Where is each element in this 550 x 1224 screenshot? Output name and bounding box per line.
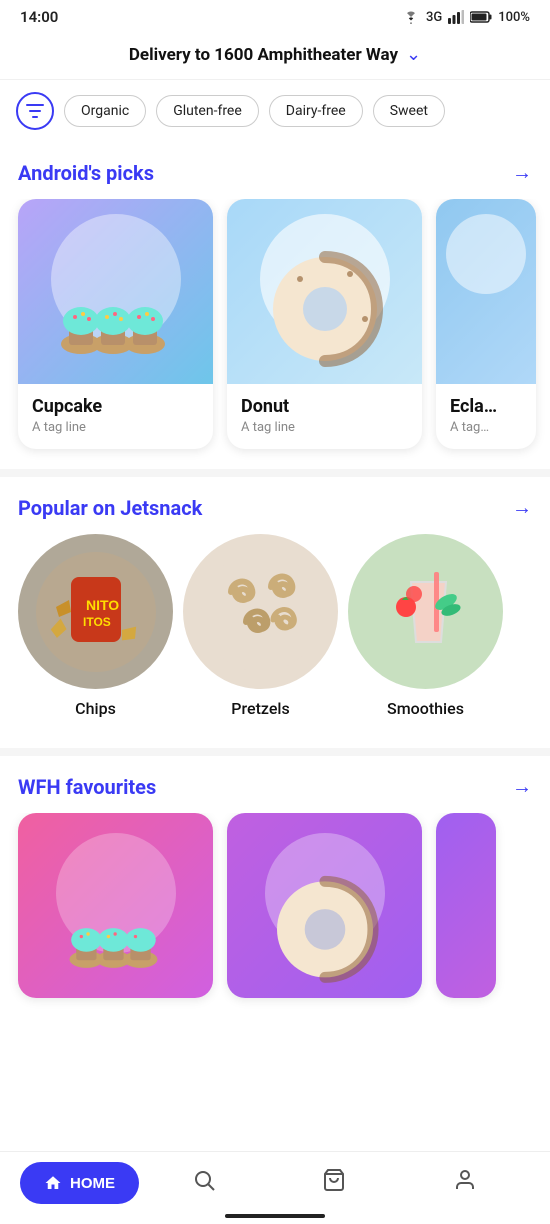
wfh-card-cupcake[interactable] bbox=[18, 813, 213, 998]
filter-chip-sweet[interactable]: Sweet bbox=[373, 95, 445, 127]
pick-card-donut-info: Donut A tag line bbox=[227, 384, 422, 449]
pick-card-cupcake-image bbox=[18, 199, 213, 384]
donut-illustration bbox=[250, 244, 400, 384]
chips-label: Chips bbox=[75, 699, 116, 718]
divider-1 bbox=[0, 469, 550, 477]
pick-circle-eclair bbox=[446, 214, 526, 294]
wfh-section-header: WFH favourites → bbox=[0, 774, 550, 813]
bottom-nav-spacer bbox=[0, 1018, 550, 1108]
pick-card-eclair-tag: A tag… bbox=[450, 420, 522, 435]
search-nav-button[interactable] bbox=[188, 1164, 220, 1202]
popular-scroll: NITO ITOS Chips bbox=[0, 534, 550, 738]
filter-chip-organic[interactable]: Organic bbox=[64, 95, 146, 127]
wfh-scroll bbox=[0, 813, 550, 1018]
pick-card-eclair-name: Ecla… bbox=[450, 396, 522, 417]
pick-card-eclair-info: Ecla… A tag… bbox=[436, 384, 536, 449]
wfh-donut-food bbox=[260, 874, 390, 998]
wfh-section-arrow[interactable]: → bbox=[512, 774, 532, 799]
pick-card-donut-name: Donut bbox=[241, 396, 408, 417]
androids-picks-arrow[interactable]: → bbox=[512, 160, 532, 185]
smoothies-circle bbox=[348, 534, 503, 689]
picks-scroll: Cupcake A tag line bbox=[0, 199, 550, 469]
popular-section-arrow[interactable]: → bbox=[512, 495, 532, 520]
cart-nav-button[interactable] bbox=[318, 1164, 350, 1202]
pretzels-circle bbox=[183, 534, 338, 689]
cupcake-illustration bbox=[41, 244, 191, 384]
svg-text:ITOS: ITOS bbox=[83, 615, 111, 629]
pick-card-cupcake-info: Cupcake A tag line bbox=[18, 384, 213, 449]
status-icons: 3G 100% bbox=[402, 10, 530, 25]
wfh-card-donut[interactable] bbox=[227, 813, 422, 998]
popular-item-smoothies[interactable]: Smoothies bbox=[348, 534, 503, 718]
profile-icon bbox=[453, 1168, 477, 1192]
wfh-card-eclair[interactable] bbox=[436, 813, 496, 998]
divider-2 bbox=[0, 748, 550, 756]
wfh-cupcake-food bbox=[51, 879, 181, 998]
delivery-address: Delivery to 1600 Amphitheater Way bbox=[129, 45, 398, 65]
battery-icon bbox=[470, 11, 492, 23]
filter-chip-dairyfree[interactable]: Dairy-free bbox=[269, 95, 363, 127]
home-indicator bbox=[225, 1214, 325, 1218]
smoothies-label: Smoothies bbox=[387, 699, 464, 718]
pick-card-donut-tag: A tag line bbox=[241, 420, 408, 435]
chevron-down-icon[interactable]: ⌄ bbox=[406, 44, 421, 65]
home-button[interactable]: HOME bbox=[20, 1162, 139, 1204]
battery-label: 100% bbox=[498, 10, 530, 25]
pick-card-cupcake[interactable]: Cupcake A tag line bbox=[18, 199, 213, 449]
popular-section-title: Popular on Jetsnack bbox=[18, 496, 202, 520]
filter-chip-glutenfree[interactable]: Gluten-free bbox=[156, 95, 259, 127]
filter-icon-button[interactable] bbox=[16, 92, 54, 130]
network-label: 3G bbox=[426, 10, 442, 25]
wfh-card-donut-image bbox=[227, 813, 422, 998]
svg-text:NITO: NITO bbox=[86, 597, 119, 613]
filter-bar: Organic Gluten-free Dairy-free Sweet bbox=[0, 80, 550, 142]
pick-card-donut[interactable]: Donut A tag line bbox=[227, 199, 422, 449]
wfh-section: WFH favourites → bbox=[0, 756, 550, 1018]
popular-section: Popular on Jetsnack → NITO ITOS Chips bbox=[0, 477, 550, 748]
home-label: HOME bbox=[70, 1175, 115, 1192]
popular-item-pretzels[interactable]: Pretzels bbox=[183, 534, 338, 718]
pick-card-eclair[interactable]: Ecla… A tag… bbox=[436, 199, 536, 449]
signal-icon bbox=[448, 10, 464, 24]
androids-picks-section: Android's picks → bbox=[0, 142, 550, 469]
chips-circle: NITO ITOS bbox=[18, 534, 173, 689]
home-icon bbox=[44, 1174, 62, 1192]
pick-card-donut-image bbox=[227, 199, 422, 384]
androids-picks-title: Android's picks bbox=[18, 161, 154, 185]
wfh-section-title: WFH favourites bbox=[18, 775, 156, 799]
popular-item-chips[interactable]: NITO ITOS Chips bbox=[18, 534, 173, 718]
androids-picks-header: Android's picks → bbox=[0, 160, 550, 199]
pick-card-eclair-image bbox=[436, 199, 536, 384]
pick-card-cupcake-name: Cupcake bbox=[32, 396, 199, 417]
popular-section-header: Popular on Jetsnack → bbox=[0, 495, 550, 534]
cart-icon bbox=[322, 1168, 346, 1192]
delivery-header[interactable]: Delivery to 1600 Amphitheater Way ⌄ bbox=[0, 34, 550, 80]
status-time: 14:00 bbox=[20, 8, 58, 26]
wifi-icon bbox=[402, 10, 420, 24]
search-icon bbox=[192, 1168, 216, 1192]
wfh-card-cupcake-image bbox=[18, 813, 213, 998]
nav-icons bbox=[139, 1164, 530, 1202]
filter-icon bbox=[26, 104, 44, 118]
pick-card-cupcake-tag: A tag line bbox=[32, 420, 199, 435]
profile-nav-button[interactable] bbox=[449, 1164, 481, 1202]
status-bar: 14:00 3G 100% bbox=[0, 0, 550, 34]
pretzels-label: Pretzels bbox=[231, 699, 289, 718]
